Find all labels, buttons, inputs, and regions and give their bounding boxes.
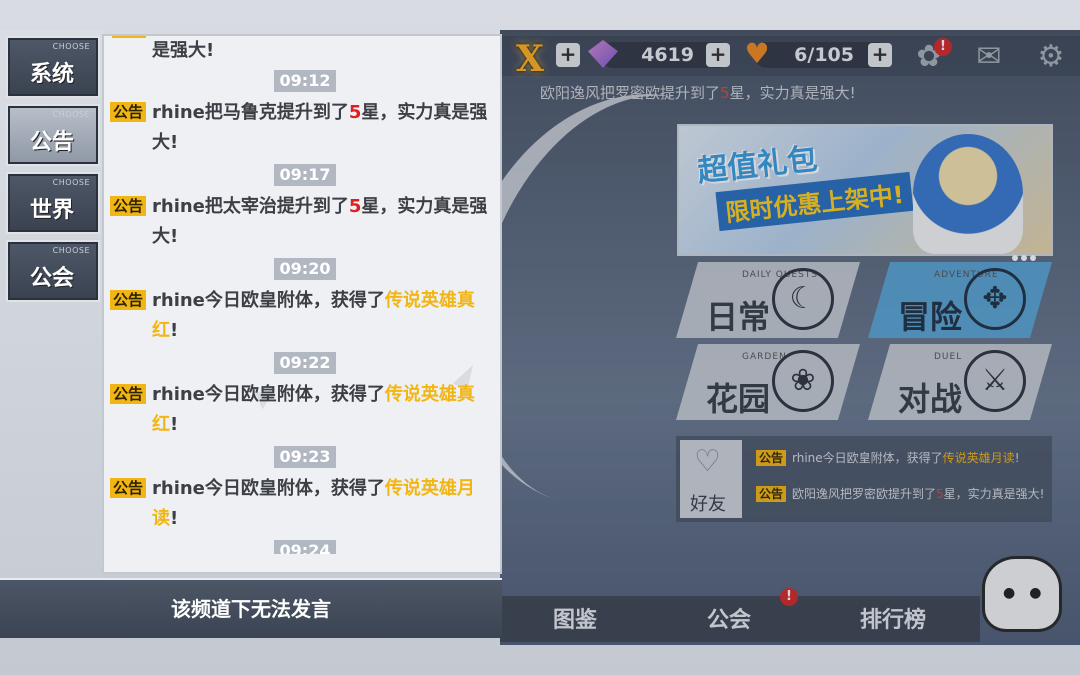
mascot-cat-icon[interactable]: ●● (982, 556, 1062, 632)
tab-world[interactable]: CHOOSE 世界 (6, 172, 100, 234)
timestamp: 09:12 (274, 70, 336, 92)
tab-choose-label: CHOOSE (52, 42, 90, 51)
friend-news-item: 公告 rhine今日欧皇附体，获得了传说英雄月读! (756, 450, 1046, 466)
chat-message: 公告 rhine今日欧皇附体，获得了传说英雄月读! (110, 474, 494, 534)
notification-badge: ! (934, 38, 952, 56)
add-stamina-button[interactable]: + (868, 43, 892, 67)
announcement-tag: 公告 (110, 102, 147, 122)
garden-button[interactable]: GARDEN 花园 ❀ (676, 344, 860, 420)
nav-guild[interactable]: 公会 (654, 598, 804, 640)
friends-button[interactable]: ♡ 好友 (680, 440, 742, 518)
daily-quests-button[interactable]: DAILY QUESTS 日常 ☾ (676, 262, 860, 338)
announcement-tag: 公告 (110, 384, 147, 404)
chat-disabled-notice: 该频道下无法发言 (0, 578, 502, 638)
banner-title: 超值礼包 (695, 141, 819, 190)
tab-label: 系统 (30, 62, 75, 87)
add-button[interactable]: + (556, 43, 580, 67)
nav-ranking[interactable]: 排行榜 (818, 598, 968, 640)
timestamp: 09:23 (274, 446, 336, 468)
mode-label: 对战 (898, 380, 963, 418)
timestamp: 09:17 (274, 164, 336, 186)
timestamp: 09:24 (274, 540, 336, 554)
tab-choose-label: CHOOSE (52, 246, 90, 255)
notification-badge: ! (780, 588, 798, 606)
close-chat-button[interactable]: X (512, 38, 548, 80)
tab-announcement[interactable]: CHOOSE 公告 (6, 104, 100, 166)
chat-message: 公告 rhine把马鲁克提升到了5星，实力真是强大! (110, 98, 494, 158)
moon-emblem-icon: ☾ (772, 268, 834, 330)
announcement-tag: 公告 (110, 196, 147, 216)
gem-count: 4619 (641, 44, 694, 66)
stamina-count: 6/105 (794, 44, 854, 66)
nav-codex[interactable]: 图鉴 (500, 598, 650, 640)
mode-label: 日常 (706, 298, 771, 336)
duel-button[interactable]: DUEL 对战 ⚔ (868, 344, 1052, 420)
tab-choose-label: CHOOSE (52, 178, 90, 187)
announcement-tag: 公告 (110, 478, 147, 498)
timestamp: 09:20 (274, 258, 336, 280)
tab-guild[interactable]: CHOOSE 公会 (6, 240, 100, 302)
mode-label: 冒险 (898, 298, 963, 336)
chat-message: 公告 rhine今日欧皇附体，获得了传说英雄真红! (110, 286, 494, 346)
tab-system[interactable]: CHOOSE 系统 (6, 36, 100, 98)
chat-message-list[interactable]: 是强大! 09:12 公告 rhine把马鲁克提升到了5星，实力真是强大! 09… (104, 36, 500, 554)
chat-message-cut: 是强大! (152, 40, 215, 61)
tab-choose-label: CHOOSE (52, 110, 90, 119)
mode-english-label: DUEL (934, 352, 963, 362)
mode-label: 花园 (706, 380, 771, 418)
chat-message: 公告 rhine把太宰治提升到了5星，实力真是强大! (110, 192, 494, 252)
compass-emblem-icon: ✥ (964, 268, 1026, 330)
adventure-button[interactable]: ADVENTURE 冒险 ✥ (868, 262, 1052, 338)
tab-label: 世界 (30, 198, 75, 223)
chat-message: 公告 rhine今日欧皇附体，获得了传说英雄真红! (110, 380, 494, 440)
gift-pack-banner[interactable]: 超值礼包 限时优惠上架中! (677, 124, 1053, 256)
tab-label: 公告 (30, 130, 75, 155)
settings-gear-icon[interactable]: ⚙ (1032, 40, 1070, 74)
friends-label: 好友 (690, 494, 726, 515)
announcement-marquee: 欧阳逸风把罗密欧提升到了5星，实力真是强大! (540, 84, 856, 102)
tab-label: 公会 (30, 266, 75, 291)
banner-character-art (913, 134, 1023, 254)
flower-emblem-icon: ❀ (772, 350, 834, 412)
mail-icon[interactable]: ✉ (970, 40, 1008, 74)
announcement-tag: 公告 (110, 290, 147, 310)
timestamp: 09:22 (274, 352, 336, 374)
add-gems-button[interactable]: + (706, 43, 730, 67)
crossed-swords-emblem-icon: ⚔ (964, 350, 1026, 412)
handshake-icon: ♡ (694, 444, 721, 479)
heart-icon: ♥ (744, 37, 770, 70)
friend-news-item: 公告 欧阳逸风把罗密欧提升到了5星，实力真是强大! (756, 486, 1046, 502)
